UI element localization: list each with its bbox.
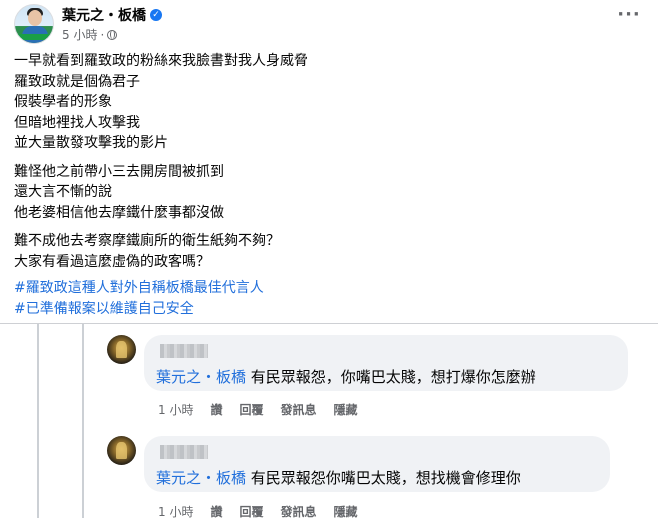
message-button[interactable]: 發訊息 [280,401,316,418]
comment-bubble: 葉元之・板橋 有民眾報怨你嘴巴太賤，想找機會修理你 [144,436,610,492]
post-paragraph: 難怪他之前帶小三去開房間被抓到 還大言不慚的說 他老婆相信他去摩鐵什麼事都沒做 [14,162,634,224]
comment-text: 葉元之・板橋 有民眾報怨你嘴巴太賤，想找機會修理你 [156,467,521,488]
post-meta: 5 小時 · [62,26,118,43]
comment-text: 葉元之・板橋 有民眾報怨，你嘴巴太賤，想打爆你怎麼辦 [156,366,536,387]
comment-actions: 1 小時 讚 回覆 發訊息 隱藏 [158,503,358,520]
comment-body: 有民眾報怨，你嘴巴太賤，想打爆你怎麼辦 [250,368,536,386]
comment-body: 有民眾報怨你嘴巴太賤，想找機會修理你 [250,469,521,487]
comment-bubble: 葉元之・板橋 有民眾報怨，你嘴巴太賤，想打爆你怎麼辦 [144,335,628,391]
post-line: 一早就看到羅致政的粉絲來我臉書對我人身威脅 [14,53,308,69]
post-line: 他老婆相信他去摩鐵什麼事都沒做 [14,204,224,221]
commenter-name-redacted [160,344,208,358]
author-avatar[interactable] [14,4,54,44]
post-paragraph: 一早就看到羅致政的粉絲來我臉書對我人身威脅 羅致政就是個偽君子 假裝學者的形象 … [14,51,634,154]
commenter-avatar[interactable] [107,335,136,364]
post-paragraph: 難不成他去考察摩鐵廁所的衛生紙夠不夠？ 大家有看過這麼虛偽的政客嗎？ [14,231,634,272]
meta-separator: · [100,27,105,42]
verified-badge-icon: ✓ [150,9,162,21]
post-body: 一早就看到羅致政的粉絲來我臉書對我人身威脅 羅致政就是個偽君子 假裝學者的形象 … [14,51,634,327]
post-time[interactable]: 5 小時 [62,26,97,43]
reply-button[interactable]: 回覆 [239,401,263,418]
message-button[interactable]: 發訊息 [280,503,316,520]
hide-button[interactable]: 隱藏 [334,503,358,520]
post-line: 但暗地裡找人攻擊我 [14,114,140,131]
like-button[interactable]: 讚 [210,503,222,520]
thread-line [82,324,84,518]
comment-time[interactable]: 1 小時 [158,503,193,520]
post-line: 還大言不慚的說 [14,184,112,200]
post-line: 羅致政就是個偽君子 [14,73,140,90]
thread-line [37,324,39,518]
post-line: 難不成他去考察摩鐵廁所的衛生紙夠不夠？ [14,233,280,249]
commenter-name-redacted [160,445,208,459]
hashtag-link[interactable]: #羅致政這種人對外自稱板橋最佳代言人 [14,278,634,299]
post-line: 難怪他之前帶小三去開房間被抓到 [14,163,224,180]
comment-actions: 1 小時 讚 回覆 發訊息 隱藏 [158,401,358,418]
globe-icon [107,29,118,40]
like-button[interactable]: 讚 [210,401,222,418]
hashtag-link[interactable]: #已準備報案以維護自己安全 [14,299,634,320]
post-header: 葉元之・板橋 ✓ 5 小時 · ··· [14,4,644,46]
commenter-avatar[interactable] [107,436,136,465]
section-divider [0,323,658,324]
mention-link[interactable]: 葉元之・板橋 [156,368,246,386]
post-line: 並大量散發攻擊我的影片 [14,135,168,151]
reply-button[interactable]: 回覆 [239,503,263,520]
author-name[interactable]: 葉元之・板橋 ✓ [62,5,162,25]
more-options-icon[interactable]: ··· [614,6,644,30]
post-line: 大家有看過這麼虛偽的政客嗎？ [14,253,210,270]
comment-time[interactable]: 1 小時 [158,401,193,418]
post-line: 假裝學者的形象 [14,94,112,110]
author-name-text[interactable]: 葉元之・板橋 [62,5,146,25]
mention-link[interactable]: 葉元之・板橋 [156,469,246,487]
hide-button[interactable]: 隱藏 [334,401,358,418]
hashtags: #羅致政這種人對外自稱板橋最佳代言人 #已準備報案以維護自己安全 [14,278,634,319]
